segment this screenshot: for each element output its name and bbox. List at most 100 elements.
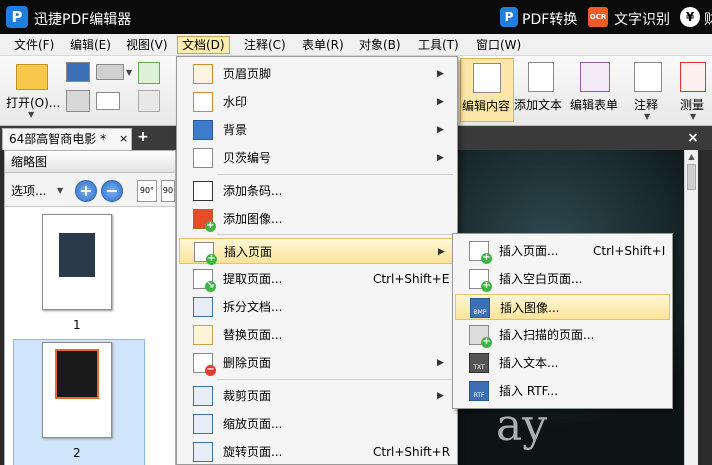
menu-form[interactable]: 表单(R) (298, 36, 348, 54)
submenu-item-insert-rtf[interactable]: RTF 插入 RTF... (455, 378, 670, 404)
menu-document[interactable]: 文档(D) (177, 36, 230, 54)
shortcut-label: Ctrl+Shift+I (593, 244, 666, 258)
yen-icon[interactable]: ¥ (680, 7, 700, 27)
menu-item-label: 缩放页面... (223, 417, 283, 431)
page-number: 2 (73, 446, 81, 460)
menu-item-insert-page[interactable]: + 插入页面 ▶ (179, 238, 455, 265)
submenu-arrow-icon: ▶ (437, 391, 444, 401)
menu-item-resize-page[interactable]: 缩放页面... (179, 411, 455, 437)
menu-divider (217, 379, 453, 380)
menu-item-rotate-page[interactable]: 旋转页面... Ctrl+Shift+R (179, 439, 455, 465)
chevron-down-icon: ▼ (57, 186, 64, 195)
rotate-page-icon (193, 442, 213, 462)
menu-annotate[interactable]: 注释(C) (240, 36, 290, 54)
menu-item-label: 插入页面... (499, 244, 559, 258)
edit-content-icon (473, 63, 501, 93)
extract-page-icon: ↘ (193, 269, 216, 292)
page-number: 1 (73, 318, 81, 332)
menu-item-bates-number[interactable]: 贝茨编号 ▶ (179, 145, 455, 171)
arrow-icon: ↘ (205, 280, 216, 292)
ocr-icon[interactable]: OCR (588, 7, 608, 27)
menu-item-background[interactable]: 背景 ▶ (179, 117, 455, 143)
watermark-icon (193, 92, 213, 112)
edit-content-button[interactable]: 编辑内容 (460, 58, 514, 122)
menu-item-replace-page[interactable]: 替换页面... (179, 322, 455, 348)
chevron-down-icon: ▼ (644, 112, 651, 121)
menu-divider (217, 234, 453, 235)
measure-button[interactable]: 测量 ▼ (674, 58, 712, 122)
menu-item-extract-page[interactable]: ↘ 提取页面... Ctrl+Shift+E (179, 266, 455, 292)
plus-icon: + (481, 252, 492, 264)
save-icon[interactable] (66, 62, 90, 82)
app-logo-icon: P (6, 6, 28, 28)
menu-item-label: 贝茨编号 (223, 151, 272, 165)
menu-item-label: 删除页面 (223, 356, 272, 370)
submenu-item-insert-scan[interactable]: + 插入扫描的页面... (455, 322, 670, 348)
submenu-arrow-icon: ▶ (437, 358, 444, 368)
chevron-down-icon: ▼ (126, 68, 133, 77)
submenu-item-insert-text[interactable]: TXT 插入文本... (455, 350, 670, 376)
menu-item-label: 插入 RTF... (499, 384, 559, 398)
submenu-arrow-icon: ▶ (437, 69, 444, 79)
menu-object[interactable]: 对象(B) (355, 36, 405, 54)
add-text-button[interactable]: 添加文本 (514, 58, 568, 122)
insert-text-icon: TXT (469, 353, 489, 373)
insert-blank-page-icon: + (469, 269, 492, 292)
scanner-icon[interactable] (96, 64, 124, 80)
submenu-item-insert-page[interactable]: + 插入页面... Ctrl+Shift+I (455, 238, 670, 264)
pdf-convert-icon[interactable]: P (500, 7, 518, 27)
submenu-arrow-icon: ▶ (437, 97, 444, 107)
chevron-down-icon: ▼ (28, 110, 35, 119)
background-icon (193, 120, 213, 140)
open-button[interactable]: 打开(O)... ▼ (4, 58, 60, 122)
annotate-button[interactable]: 注释 ▼ (628, 58, 668, 122)
submenu-item-insert-image[interactable]: BMP 插入图像... (455, 294, 670, 320)
menu-item-header-footer[interactable]: 页眉页脚 ▶ (179, 61, 455, 87)
submenu-item-insert-blank-page[interactable]: + 插入空白页面... (455, 266, 670, 292)
pdf-convert-button[interactable]: PDF转换 (522, 9, 577, 29)
split-document-icon (193, 297, 213, 317)
account-button[interactable]: 财 (704, 9, 712, 29)
menu-file[interactable]: 文件(F) (10, 36, 58, 54)
menu-edit[interactable]: 编辑(E) (66, 36, 115, 54)
vertical-scrollbar[interactable]: ▲ (684, 150, 698, 465)
menu-view[interactable]: 视图(V) (122, 36, 172, 54)
plus-icon: + (205, 220, 216, 232)
menu-tools[interactable]: 工具(T) (414, 36, 463, 54)
scroll-thumb[interactable] (687, 164, 696, 190)
menu-item-label: 页眉页脚 (223, 67, 272, 81)
close-icon[interactable]: × (119, 129, 128, 149)
page-thumbnail-1[interactable] (42, 214, 112, 310)
ocr-button[interactable]: 文字识别 (614, 9, 670, 29)
menu-item-watermark[interactable]: 水印 ▶ (179, 89, 455, 115)
menu-item-add-barcode[interactable]: 添加条码... (179, 178, 455, 204)
menu-item-add-image[interactable]: + 添加图像... (179, 206, 455, 232)
scroll-up-icon[interactable]: ▲ (685, 150, 698, 164)
arrow-left-icon[interactable] (138, 62, 160, 84)
new-tab-button[interactable]: + (136, 130, 150, 144)
rotate-cw-button[interactable]: 90 (161, 180, 175, 202)
menu-item-delete-page[interactable]: − 删除页面 ▶ (179, 350, 455, 376)
email-icon[interactable] (96, 92, 120, 110)
zoom-out-button[interactable]: − (101, 180, 123, 202)
menu-item-label: 提取页面... (223, 272, 283, 286)
submenu-arrow-icon: ▶ (437, 153, 444, 163)
tab-document-label: 64部高智商电影 * (9, 132, 107, 146)
tab-document[interactable]: 64部高智商电影 * × (2, 128, 132, 150)
page-thumbnail-2[interactable] (42, 342, 112, 438)
menu-item-split-document[interactable]: 拆分文档... (179, 294, 455, 320)
options-dropdown[interactable]: 选项... (11, 182, 46, 199)
delete-page-icon: − (193, 353, 216, 376)
app-title: 迅捷PDF编辑器 (34, 12, 132, 28)
menu-window[interactable]: 窗口(W) (472, 36, 525, 54)
menu-item-crop-page[interactable]: 裁剪页面 ▶ (179, 383, 455, 409)
annotate-icon (634, 62, 662, 92)
zoom-in-button[interactable]: + (75, 180, 97, 202)
thumbnail-panel-title: 缩略图 (5, 151, 175, 173)
print-icon[interactable] (66, 90, 90, 112)
rotate-ccw-button[interactable]: 90° (137, 180, 157, 202)
arrow-right-icon[interactable] (138, 90, 160, 112)
edit-form-button[interactable]: 编辑表单 (568, 58, 624, 122)
edit-content-label: 编辑内容 (462, 99, 511, 113)
close-viewer-button[interactable]: × (684, 128, 702, 148)
